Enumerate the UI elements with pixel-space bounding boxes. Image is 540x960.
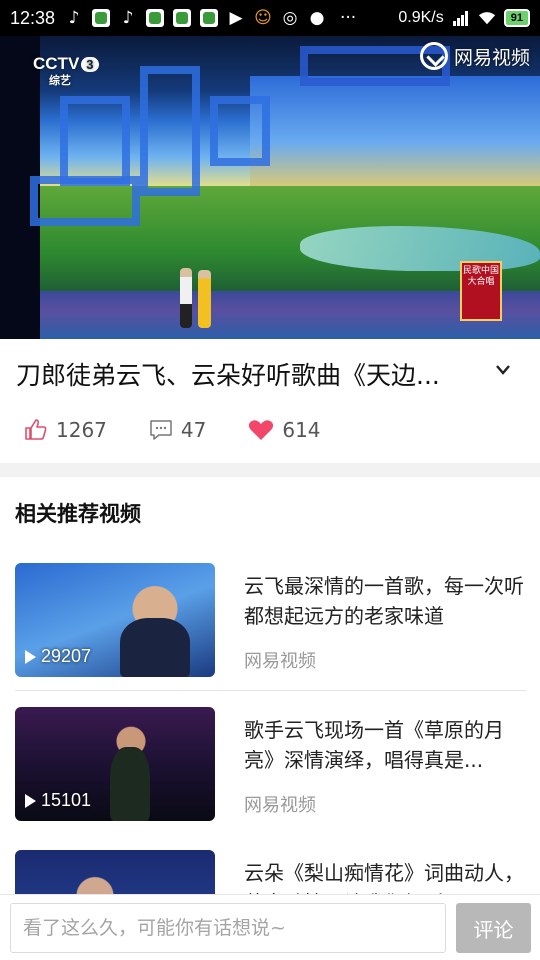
tiktok-icon: ♪ bbox=[122, 8, 134, 28]
channel-number: 3 bbox=[81, 57, 99, 72]
comment-submit-button[interactable]: 评论 bbox=[456, 903, 531, 953]
stats-row: 1267 47 614 bbox=[0, 409, 540, 451]
stage-light-block bbox=[30, 176, 140, 226]
play-count: 29207 bbox=[25, 646, 91, 667]
tiktok-icon: ♪ bbox=[68, 8, 80, 28]
video-title-row: 刀郎徒弟云飞、云朵好听歌曲《天边... bbox=[0, 339, 540, 409]
video-frame-stage-floor bbox=[0, 291, 540, 339]
battery-icon: 91 bbox=[503, 9, 530, 27]
video-thumbnail[interactable]: 29207 bbox=[15, 563, 215, 677]
chevron-down-icon[interactable] bbox=[496, 365, 510, 379]
comment-count: 47 bbox=[180, 418, 207, 442]
channel-sub: 综艺 bbox=[49, 75, 71, 87]
like-button[interactable]: 1267 bbox=[24, 418, 107, 442]
wechat-icon bbox=[146, 9, 165, 27]
wechat-icon bbox=[92, 9, 111, 27]
play-count-value: 15101 bbox=[41, 790, 92, 810]
section-title: 相关推荐视频 bbox=[15, 502, 141, 526]
singer-figure bbox=[180, 268, 192, 328]
thumbnail-figure bbox=[120, 618, 190, 677]
status-time: 12:38 bbox=[10, 7, 56, 28]
notification-icons: ♪ ♪ ▶ ☺ ◎ ● ··· bbox=[65, 8, 361, 28]
recommendation-source: 网易视频 bbox=[244, 651, 316, 672]
play-count-value: 29207 bbox=[41, 646, 92, 666]
show-badge: 民歌中国大合唱 bbox=[460, 261, 502, 321]
favorite-count: 614 bbox=[282, 418, 321, 442]
comment-input[interactable] bbox=[10, 903, 446, 953]
face-icon: ☺ bbox=[254, 8, 272, 28]
list-divider bbox=[15, 690, 526, 691]
stage-light-block bbox=[60, 96, 130, 186]
section-divider bbox=[0, 463, 540, 477]
play-count: 15101 bbox=[25, 790, 91, 811]
channel-logo-text: CCTV bbox=[33, 54, 80, 73]
comment-count-button[interactable]: 47 bbox=[149, 418, 206, 442]
comment-bar: 评论 bbox=[0, 894, 540, 960]
thumbnail-figure bbox=[110, 747, 150, 821]
video-frame-sky bbox=[250, 76, 540, 196]
play-icon bbox=[25, 649, 36, 664]
chat-bubble-icon: ● bbox=[309, 8, 325, 28]
wechat-icon bbox=[200, 9, 219, 27]
video-title: 刀郎徒弟云飞、云朵好听歌曲《天边... bbox=[16, 361, 440, 390]
thumbs-up-icon bbox=[25, 419, 47, 440]
recommendation-title[interactable]: 云飞最深情的一首歌，每一次听都想起远方的老家味道 bbox=[244, 571, 526, 631]
recommendation-source: 网易视频 bbox=[244, 795, 316, 816]
video-icon: ▶ bbox=[229, 8, 243, 28]
netease-video-icon bbox=[419, 42, 448, 70]
signal-icon bbox=[452, 9, 470, 27]
status-right: 0.9K/s 91 bbox=[398, 9, 530, 27]
netease-icon: ◎ bbox=[282, 8, 298, 28]
video-thumbnail[interactable]: 15101 bbox=[15, 707, 215, 821]
play-icon bbox=[25, 793, 36, 808]
app-root: 12:38 ♪ ♪ ▶ ☺ ◎ ● ··· 0.9K/s 91 CCTV 3 综… bbox=[0, 0, 540, 960]
stage-light-block bbox=[140, 66, 200, 196]
like-count: 1267 bbox=[56, 418, 107, 442]
channel-logo: CCTV 3 综艺 bbox=[33, 54, 99, 88]
favorite-button[interactable]: 614 bbox=[248, 418, 321, 442]
singer-figure bbox=[198, 270, 211, 328]
watermark-text: 网易视频 bbox=[453, 46, 530, 69]
more-icon: ··· bbox=[339, 8, 357, 28]
comment-icon bbox=[150, 420, 172, 440]
heart-icon bbox=[249, 420, 274, 440]
recommendation-item[interactable]: 29207 云飞最深情的一首歌，每一次听都想起远方的老家味道 网易视频 bbox=[0, 563, 540, 691]
recommendation-item[interactable]: 15101 歌手云飞现场一首《草原的月亮》深情演绎，唱得真是... 网易视频 bbox=[0, 707, 540, 835]
video-player[interactable]: CCTV 3 综艺 网易视频 民歌中国大合唱 bbox=[0, 36, 540, 339]
stage-light-block bbox=[210, 96, 270, 166]
watermark: 网易视频 bbox=[419, 42, 530, 70]
recommendation-title[interactable]: 歌手云飞现场一首《草原的月亮》深情演绎，唱得真是... bbox=[244, 715, 526, 775]
wechat-icon bbox=[173, 9, 192, 27]
status-bar: 12:38 ♪ ♪ ▶ ☺ ◎ ● ··· 0.9K/s 91 bbox=[0, 0, 540, 36]
network-speed: 0.9K/s bbox=[398, 9, 444, 26]
wifi-icon bbox=[478, 9, 496, 27]
